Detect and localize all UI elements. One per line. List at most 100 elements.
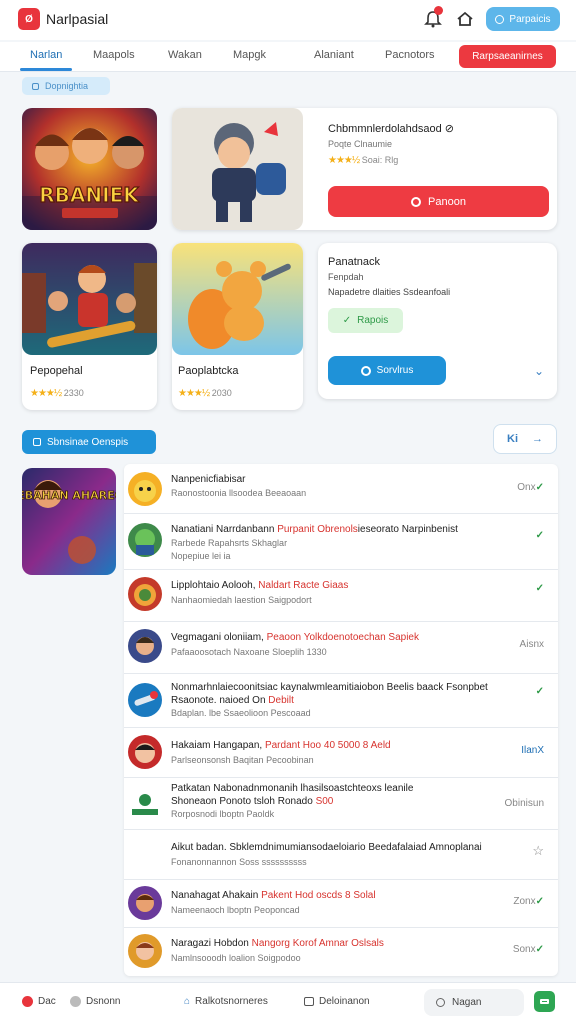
list-item-status-label: Obinisun — [504, 798, 544, 809]
list-item[interactable]: Nanahagat Ahakain Pakent Hod oscds 8 Sol… — [124, 880, 558, 928]
app-logo[interactable]: Ø — [18, 8, 40, 30]
list-item-title: Nanatiani Narrdanbann Purpanit Obrenolsi… — [171, 524, 458, 535]
list-item-title-tail: ieseorato Narpinbenist — [357, 524, 458, 535]
list-item[interactable]: Aikut badan. Sbklemdnimumiansodaeloiario… — [124, 830, 558, 880]
list-item-subtitle: Rarbede Rapahsrts Skhaglar — [171, 538, 288, 548]
list-item-title: Lipplohtaio Aolooh, Naldart Racte Giaas — [171, 580, 348, 591]
list-item-title-text: Nanatiani Narrdanbann — [171, 524, 278, 535]
tab-cta-button[interactable]: Rarpsaeanirnes — [459, 45, 556, 68]
game-tile-rating-value: 2030 — [211, 388, 232, 398]
list-item-meta: Bdaplan. lbe Ssaeolioon Pescoaad — [171, 708, 311, 718]
square-icon — [33, 438, 41, 446]
check-icon: ✓ — [535, 482, 544, 493]
status-badge-label: Rapois — [357, 315, 389, 326]
featured-art-logo: RBANIEK — [39, 183, 140, 207]
featured-rating: ★★★½ Soai: Rlg — [328, 155, 398, 166]
featured-rating-text: Soai: Rlg — [361, 155, 399, 165]
tab-mapgk[interactable]: Mapgk — [233, 49, 266, 61]
app-header: Ø Narlpasial Parpaicis — [0, 0, 576, 40]
detail-subtitle: Fenpdah — [328, 272, 364, 282]
featured-button-label: Panoon — [428, 195, 466, 208]
list-item-meta: Pafaaoosotach Naxoane Sloeplih 1330 — [171, 647, 327, 657]
list-item-highlight: Peaoon Yolkdoenotoechan Sapiek — [266, 632, 419, 643]
list-cover-logo: NEBAHAN AHAREOIS — [22, 489, 116, 502]
footer-item-dac[interactable]: Dac — [22, 996, 56, 1007]
list-item[interactable]: Nanpenicfiabisar Raonostoonia llsoodea B… — [124, 466, 558, 514]
section-label-pill[interactable]: Dopnightia — [22, 77, 110, 95]
list-item-title-text: Hakaiam Hangapan, — [171, 740, 265, 751]
tab-alaniant[interactable]: Alaniant — [314, 49, 354, 61]
game-avatar — [128, 886, 162, 920]
header-action-button[interactable]: Parpaicis — [486, 7, 560, 31]
footer-item-label: Ralkotsnorneres — [195, 996, 268, 1007]
footer-item-ralkotsnorneres[interactable]: ⌂ Ralkotsnorneres — [184, 996, 268, 1007]
list-item-title-text: Nanahagat Ahakain — [171, 890, 262, 901]
game-tile-rating-value: 2330 — [63, 388, 84, 398]
list-item-highlight: Naldart Racte Giaas — [258, 580, 349, 591]
featured-game-art[interactable]: RBANIEK — [22, 108, 157, 230]
game-avatar — [128, 523, 162, 557]
footer-item-deloinanon[interactable]: Deloinanon — [304, 996, 370, 1007]
status-badge[interactable]: ✓ Rapois — [328, 308, 403, 333]
list-item[interactable]: Nanatiani Narrdanbann Purpanit Obrenolsi… — [124, 514, 558, 570]
list-item-status: Zonx✓ — [513, 896, 544, 907]
game-tile-name: Paoplabtcka — [178, 365, 239, 377]
list-item[interactable]: Vegmagani oloniiam, Peaoon Yolkdoenotoec… — [124, 622, 558, 674]
list-item-highlight: Purpanit Obrenols — [277, 524, 358, 535]
tab-narlan[interactable]: Narlan — [30, 49, 62, 61]
list-item-status: ✓ — [536, 583, 544, 594]
section-label: Dopnightia — [45, 81, 89, 91]
game-avatar — [128, 683, 162, 717]
featured-subtitle: Poqte Clnaumie — [328, 139, 393, 149]
list-item[interactable]: Nonmarhnlaiecoonitsiac kaynalwmleamitiai… — [124, 674, 558, 728]
list-item[interactable]: Lipplohtaio Aolooh, Naldart Racte Giaas … — [124, 570, 558, 622]
home-icon[interactable] — [456, 10, 474, 28]
footer-search-button[interactable]: Nagan — [424, 989, 524, 1016]
list-item[interactable]: Patkatan Nabonadnmonanih lhasilsoastchte… — [124, 778, 558, 830]
list-cover-art[interactable]: NEBAHAN AHAREOIS — [22, 468, 116, 575]
active-tab-indicator — [20, 68, 72, 71]
list-item[interactable]: Naragazi Hobdon Nangorg Korof Amnar Osls… — [124, 928, 558, 976]
list-item-highlight: S00 — [315, 796, 334, 807]
tab-wakan[interactable]: Wakan — [168, 49, 202, 61]
list-item-meta: Fonanonnannon Soss ssssssssss — [171, 857, 307, 867]
footer-search-label: Nagan — [452, 997, 482, 1008]
check-icon: ✓ — [535, 583, 544, 594]
list-item[interactable]: Hakaiam Hangapan, Pardant Hoo 40 5000 8 … — [124, 728, 558, 778]
tab-pacnotors[interactable]: Pacnotors — [385, 49, 435, 61]
list-item-meta: Parlseonsonsh Baqitan Pecoobinan — [171, 755, 314, 765]
featured-play-button[interactable]: Panoon — [328, 186, 549, 217]
tab-maapols[interactable]: Maapols — [93, 49, 135, 61]
list-item-highlight: Nangorg Korof Amnar Oslsals — [251, 938, 384, 949]
star-icon[interactable]: ☆ — [532, 843, 544, 859]
list-item-title: Nonmarhnlaiecoonitsiac kaynalwmleamitiai… — [171, 682, 488, 693]
search-icon — [436, 998, 445, 1007]
list-item-subtitle: Shoneaon Ponoto tsloh Ronado S00 — [171, 796, 333, 807]
header-action-label: Parpaicis — [509, 13, 551, 25]
list-item-status: Onx✓ — [517, 482, 544, 493]
list-item-subtitle-text: Shoneaon Ponoto tsloh Ronado — [171, 796, 316, 807]
footer-item-label: Dsnonn — [86, 996, 121, 1007]
list-item-title: Nanahagat Ahakain Pakent Hod oscds 8 Sol… — [171, 890, 376, 901]
square-icon — [304, 997, 314, 1006]
check-icon: ✓ — [535, 896, 544, 907]
list-item-meta: Rorposnodi lboptn Paoldk — [171, 809, 275, 819]
list-item-status-label: Zonx — [513, 896, 536, 907]
pager-control[interactable]: Ki → — [493, 424, 557, 454]
list-item-subtitle-text: Rsaonote. naioed On — [171, 695, 269, 706]
check-icon: ✓ — [535, 530, 544, 541]
detail-action-button[interactable]: Sorvlrus — [328, 356, 446, 385]
chevron-down-icon[interactable]: ⌄ — [534, 364, 544, 378]
section-2-label-button[interactable]: Sbnsinae Oenspis — [22, 430, 156, 454]
search-icon — [495, 14, 505, 24]
home-icon: ⌂ — [184, 996, 191, 1007]
footer-item-label: Dac — [38, 996, 56, 1007]
star-rating-icon: ★★★½ — [30, 388, 62, 399]
footer-item-dsnonn[interactable]: Dsnonn — [70, 996, 120, 1007]
game-tile-name: Pepopehal — [30, 365, 83, 377]
check-icon: ✓ — [342, 315, 352, 326]
chat-icon[interactable] — [534, 991, 555, 1012]
list-item-status: Aisnx — [519, 639, 544, 650]
arrow-right-icon[interactable]: → — [532, 433, 543, 445]
featured-character-art — [172, 108, 303, 230]
